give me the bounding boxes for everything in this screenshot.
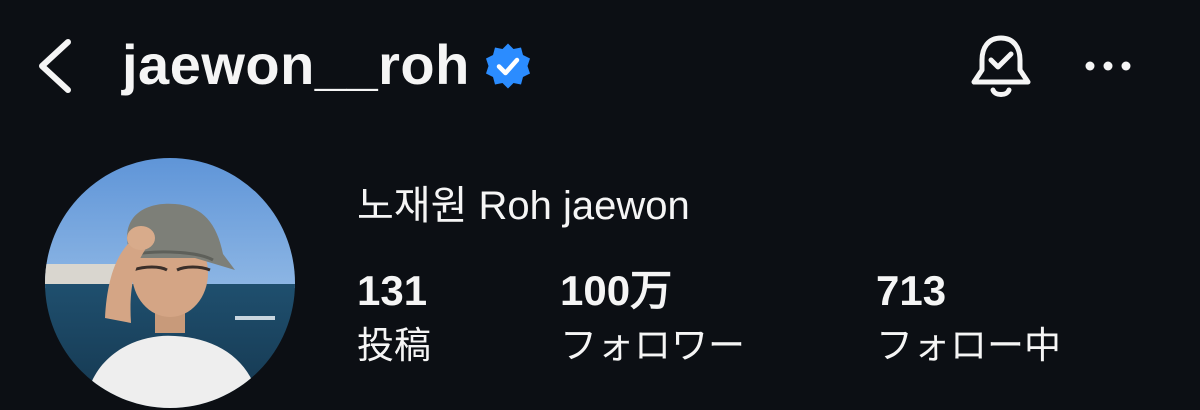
- posts-label: 投稿: [357, 325, 431, 366]
- more-horizontal-icon: [1085, 61, 1131, 71]
- avatar[interactable]: [45, 158, 295, 408]
- followers-count: 100万: [560, 267, 673, 314]
- posts-count: 131: [357, 267, 428, 314]
- following-label: フォロー中: [876, 325, 1061, 366]
- back-button[interactable]: [30, 34, 86, 98]
- profile-header: jaewon__roh: [0, 0, 1200, 130]
- posts-stat[interactable]: 131 投稿: [357, 266, 431, 368]
- followers-stat[interactable]: 100万 フォロワー: [560, 266, 745, 368]
- more-options-button[interactable]: [1080, 48, 1136, 84]
- following-count: 713: [876, 267, 947, 314]
- display-name: 노재원 Roh jaewon: [357, 184, 690, 228]
- verified-badge-icon: [482, 40, 534, 92]
- following-stat[interactable]: 713 フォロー中: [876, 266, 1061, 368]
- bell-check-icon: [971, 35, 1031, 97]
- followers-label: フォロワー: [560, 325, 745, 366]
- chevron-left-icon: [39, 39, 71, 93]
- notifications-bell-button[interactable]: [966, 30, 1036, 102]
- username: jaewon__roh: [122, 33, 470, 96]
